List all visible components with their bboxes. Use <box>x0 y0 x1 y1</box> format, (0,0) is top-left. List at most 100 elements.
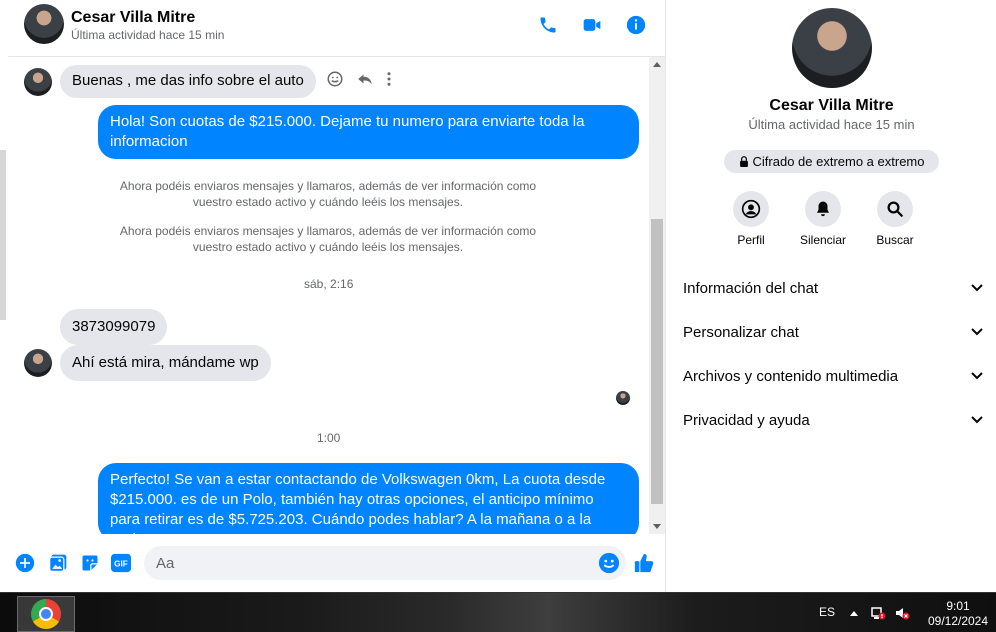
more-dots-icon <box>387 72 391 86</box>
search-conversation-button[interactable]: Buscar <box>869 191 921 247</box>
attach-media-button[interactable] <box>47 552 69 574</box>
message-tools <box>326 70 392 93</box>
message-input[interactable] <box>144 546 564 580</box>
contact-name[interactable]: Cesar Villa Mitre <box>71 9 224 27</box>
system-notice: Ahora podéis enviaros mensajes y llamaro… <box>108 178 548 210</box>
more-options-button[interactable] <box>386 70 392 93</box>
system-notice-line: vuestro estado activo y cuándo leéis los… <box>192 240 464 254</box>
message-bubble-incoming[interactable]: Ahí está mira, mándame wp <box>60 345 271 381</box>
section-label: Archivos y contenido multimedia <box>683 367 899 385</box>
search-button-circle <box>877 191 913 227</box>
reply-button[interactable] <box>356 70 374 93</box>
reply-icon <box>358 74 372 85</box>
system-notice: Ahora podéis enviaros mensajes y llamaro… <box>108 223 548 255</box>
chevron-down-icon <box>971 284 983 292</box>
section-label: Personalizar chat <box>683 323 799 341</box>
send-like-button[interactable] <box>632 551 656 575</box>
section-chat-info[interactable]: Información del chat <box>683 266 983 310</box>
taskbar-clock[interactable]: 9:01 09/12/2024 <box>926 599 990 629</box>
section-privacy-support[interactable]: Privacidad y ayuda <box>683 398 983 442</box>
search-icon <box>887 201 903 217</box>
message-input-wrapper <box>144 546 626 580</box>
lock-icon <box>739 156 748 167</box>
smiley-icon <box>327 71 343 87</box>
clock-date: 09/12/2024 <box>927 614 989 628</box>
profile-button[interactable]: Perfil <box>725 191 777 247</box>
encryption-label: Cifrado de extremo a extremo <box>752 154 925 169</box>
thumbs-up-icon <box>634 553 654 573</box>
mute-button-label: Silenciar <box>799 233 847 247</box>
profile-name: Cesar Villa Mitre <box>769 97 894 114</box>
message-bubble-outgoing[interactable]: Hola! Son cuotas de $215.000. Dejame tu … <box>98 105 639 159</box>
tray-network-button[interactable] <box>870 605 886 621</box>
input-language-indicator[interactable]: ES <box>819 605 835 619</box>
chevron-down-icon <box>971 372 983 380</box>
profile-button-label: Perfil <box>737 233 765 247</box>
windows-taskbar: ES 9:01 09/12/2024 <box>0 592 996 632</box>
encryption-badge[interactable]: Cifrado de extremo a extremo <box>724 150 939 173</box>
contact-last-active: Última actividad hace 15 min <box>71 28 225 42</box>
profile-avatar[interactable] <box>792 8 872 88</box>
scroll-thumb[interactable] <box>651 219 663 504</box>
chrome-icon <box>31 599 61 629</box>
chat-header: Cesar Villa Mitre Última actividad hace … <box>8 0 666 57</box>
voice-call-button[interactable] <box>536 13 560 37</box>
mute-button-circle <box>805 191 841 227</box>
profile-actions: Perfil Silenciar Buscar <box>725 191 921 247</box>
tray-overflow-button[interactable] <box>846 605 862 621</box>
messages-scrollbar[interactable] <box>649 57 665 534</box>
plus-circle-icon <box>15 553 35 573</box>
message-row-outgoing: Perfecto! Se van a estar contactando de … <box>98 463 639 534</box>
message-row-incoming: 3873099079 <box>60 309 168 345</box>
scroll-down-arrow[interactable] <box>653 524 661 529</box>
user-circle-icon <box>741 199 761 219</box>
scroll-up-arrow[interactable] <box>653 62 661 67</box>
video-camera-icon <box>583 19 601 31</box>
chevron-down-icon <box>971 416 983 424</box>
sender-avatar[interactable] <box>24 349 52 377</box>
contact-avatar[interactable] <box>24 4 64 44</box>
chat-panel: Cesar Villa Mitre Última actividad hace … <box>8 0 666 592</box>
message-row-outgoing: Hola! Son cuotas de $215.000. Dejame tu … <box>98 105 639 159</box>
chevron-down-icon <box>971 328 983 336</box>
section-label: Privacidad y ayuda <box>683 411 810 429</box>
tray-volume-button[interactable] <box>894 605 910 621</box>
info-icon <box>626 15 646 35</box>
more-actions-button[interactable] <box>14 552 36 574</box>
left-edge-scroll-track[interactable] <box>0 150 6 320</box>
timestamp-divider: 1:00 <box>317 431 341 445</box>
messenger-window: Cesar Villa Mitre Última actividad hace … <box>0 0 996 592</box>
system-notice-line: vuestro estado activo y cuándo leéis los… <box>192 195 464 209</box>
message-list[interactable]: Buenas , me das info sobre el auto Hola!… <box>8 57 650 534</box>
read-receipt <box>616 391 630 405</box>
conversation-info-button[interactable] <box>624 13 648 37</box>
video-call-button[interactable] <box>580 13 604 37</box>
search-button-label: Buscar <box>876 233 914 247</box>
profile-button-circle <box>733 191 769 227</box>
header-actions <box>536 13 648 37</box>
react-button[interactable] <box>326 70 344 93</box>
gif-button[interactable]: GIF <box>110 552 132 574</box>
sender-avatar[interactable] <box>24 67 52 96</box>
section-customize-chat[interactable]: Personalizar chat <box>683 310 983 354</box>
mute-button[interactable]: Silenciar <box>797 191 849 247</box>
bell-icon <box>817 201 829 217</box>
taskbar-chrome-button[interactable] <box>17 596 75 632</box>
emoji-button[interactable] <box>598 552 620 579</box>
message-composer: GIF <box>8 534 666 592</box>
image-icon <box>49 554 67 572</box>
phone-icon <box>540 17 556 33</box>
message-bubble-outgoing[interactable]: Perfecto! Se van a estar contactando de … <box>98 463 639 534</box>
sticker-button[interactable] <box>79 552 101 574</box>
read-receipt-avatar <box>616 391 630 405</box>
section-media-files[interactable]: Archivos y contenido multimedia <box>683 354 983 398</box>
system-notice-line: Ahora podéis enviaros mensajes y llamaro… <box>119 179 537 193</box>
message-row-incoming: Buenas , me das info sobre el auto <box>24 65 392 98</box>
message-bubble-incoming[interactable]: Buenas , me das info sobre el auto <box>60 65 316 98</box>
system-notice-line: Ahora podéis enviaros mensajes y llamaro… <box>119 224 537 238</box>
network-alert-icon <box>871 607 886 620</box>
sticker-icon <box>82 555 98 571</box>
contact-heading: Cesar Villa Mitre Última actividad hace … <box>71 9 224 43</box>
left-edge-scrollbar[interactable] <box>0 0 8 592</box>
message-bubble-incoming[interactable]: 3873099079 <box>60 309 168 345</box>
